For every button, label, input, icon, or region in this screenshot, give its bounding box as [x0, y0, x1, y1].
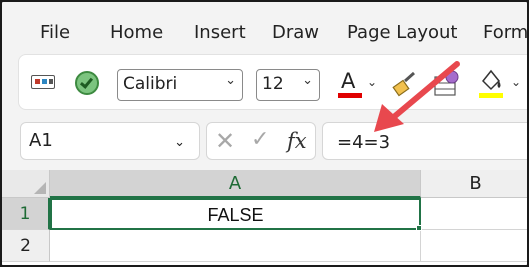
excel-window: File Home Insert Draw Page Layout Form C…: [0, 0, 529, 267]
annotation-arrow: [374, 61, 460, 132]
